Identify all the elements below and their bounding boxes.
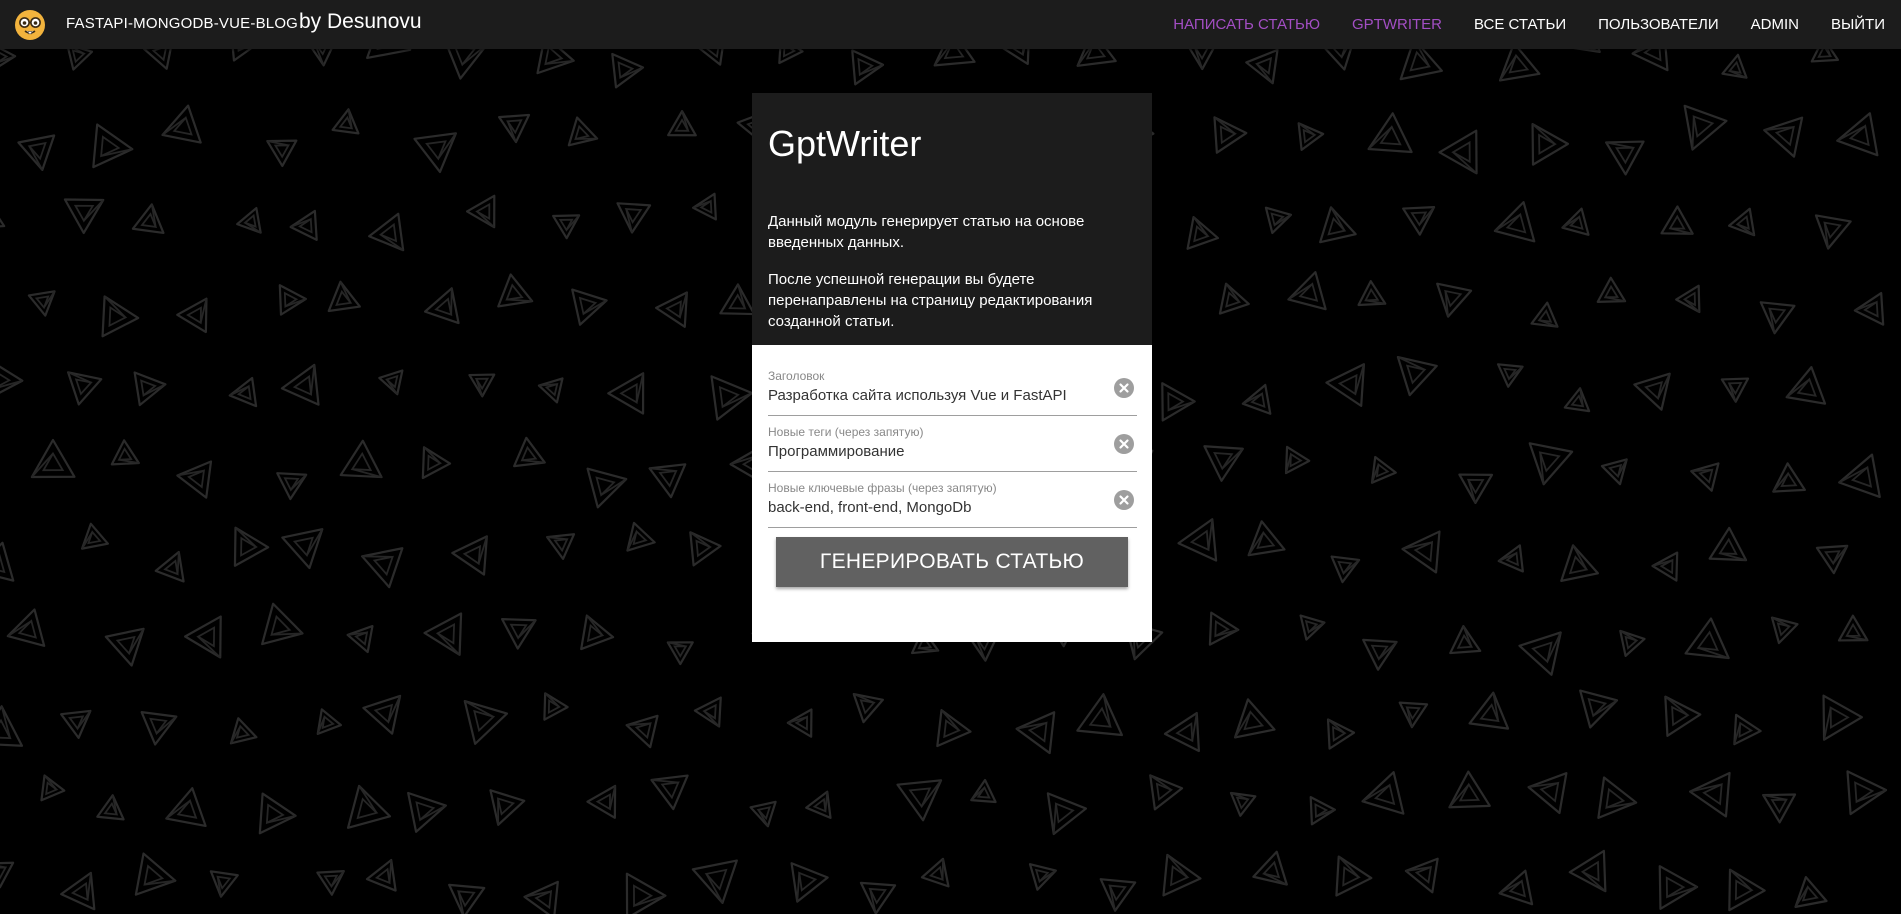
gptwriter-card: GptWriter Данный модуль генерирует стать… [752, 93, 1152, 642]
card-header: GptWriter Данный модуль генерирует стать… [752, 93, 1152, 345]
nav-all-articles[interactable]: ВСЕ СТАТЬИ [1458, 16, 1582, 33]
keyphrases-field[interactable]: Новые ключевые фразы (через запятую) [768, 471, 1137, 528]
title-field[interactable]: Заголовок [768, 359, 1137, 416]
nav-users[interactable]: ПОЛЬЗОВАТЕЛИ [1582, 16, 1735, 33]
keyphrases-input[interactable] [768, 499, 1098, 516]
title-label: Заголовок [768, 369, 825, 383]
nav-logout[interactable]: ВЫЙТИ [1815, 16, 1901, 33]
page-title: GptWriter [768, 123, 922, 164]
site-brand[interactable]: FASTAPI-MONGODB-VUE-BLOG [66, 15, 298, 32]
clear-tags-icon[interactable] [1114, 434, 1134, 454]
tags-input[interactable] [768, 443, 1098, 460]
description-paragraph: Данный модуль генерирует статью на основ… [768, 213, 1085, 251]
tags-field[interactable]: Новые теги (через запятую) [768, 415, 1137, 472]
main-nav: НАПИСАТЬ СТАТЬЮ GPTWRITER ВСЕ СТАТЬИ ПОЛ… [1157, 0, 1901, 49]
nav-admin[interactable]: ADMIN [1735, 16, 1815, 33]
generation-form: Заголовок Новые теги (через запятую) Нов… [752, 345, 1152, 642]
nerd-face-icon[interactable] [14, 9, 46, 41]
keyphrases-label: Новые ключевые фразы (через запятую) [768, 481, 997, 495]
title-input[interactable] [768, 387, 1098, 404]
nav-write-article[interactable]: НАПИСАТЬ СТАТЬЮ [1157, 16, 1336, 33]
redirect-note: После успешной генерации вы будете перен… [768, 271, 1093, 330]
top-navigation-bar: FASTAPI-MONGODB-VUE-BLOG by Desunovu НАП… [0, 0, 1901, 49]
tags-label: Новые теги (через запятую) [768, 425, 924, 439]
nav-gptwriter[interactable]: GPTWRITER [1336, 16, 1458, 33]
clear-title-icon[interactable] [1114, 378, 1134, 398]
author-byline: by Desunovu [299, 10, 422, 33]
generate-article-button[interactable]: ГЕНЕРИРОВАТЬ СТАТЬЮ [776, 537, 1128, 587]
clear-keyphrases-icon[interactable] [1114, 490, 1134, 510]
card-description: Данный модуль генерирует статью на основ… [768, 211, 1140, 348]
